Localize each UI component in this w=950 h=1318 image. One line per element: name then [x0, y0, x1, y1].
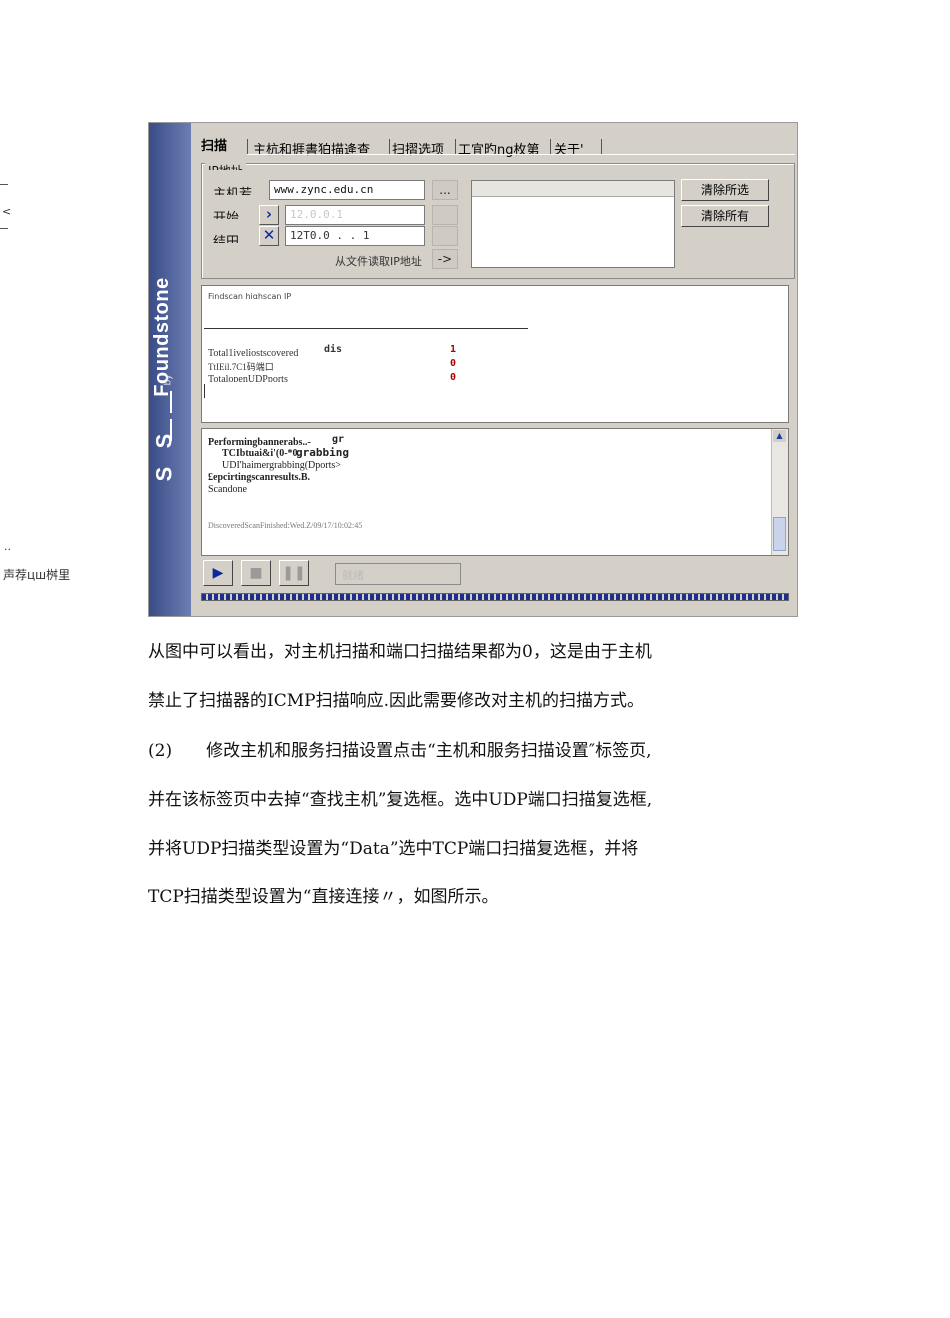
tab-about[interactable]: 关于' — [554, 139, 584, 158]
brand-by: by — [163, 374, 174, 386]
log-gr: gr — [332, 434, 345, 445]
paragraph-line: 禁止了扫描器的ICMP扫描响应.因此需要修改对主机的扫描方式。 — [148, 691, 644, 711]
log-scrollbar[interactable]: ▲ — [771, 429, 788, 555]
tab-divider — [601, 139, 602, 155]
tab-divider — [455, 139, 456, 155]
foundstone-logo: Foundstone — [151, 277, 173, 397]
log-line: UDI'haimergrabbing(Dports> — [222, 460, 341, 471]
pause-scan-button[interactable]: ❚❚ — [279, 560, 309, 586]
tab-underline — [247, 154, 795, 155]
stop-scan-button[interactable]: ■ — [241, 560, 271, 586]
paragraph-line: 从图中可以看出，对主机扫描和端口扫描结果都为0，这是由于主机 — [148, 642, 652, 662]
open-tcp-label: TtIEil.7C1码端口 — [208, 362, 274, 372]
group-legend: IP地址 — [205, 162, 246, 170]
margin-mark: < — [2, 205, 12, 218]
superscan-logo: S — [151, 466, 177, 482]
status-box: 就绪 — [335, 563, 461, 585]
brand-divider — [170, 391, 172, 413]
end-ip-label: 结田 — [213, 235, 240, 243]
output-header: Findscan highscan IP — [208, 292, 292, 299]
paragraph-line: 并将UDP扫描类型设置为“Data”选中TCP端口扫描复选框，并将 — [148, 839, 639, 859]
tab-scan[interactable]: 扫描 — [201, 135, 227, 154]
add-range-button[interactable] — [432, 205, 458, 225]
tab-tools[interactable]: 工宜旳ng枚第 — [458, 139, 540, 158]
log-line: Scandone — [208, 484, 247, 495]
progress-bar — [201, 593, 789, 601]
log-line: TCIbtuai&i'(0-*0 — [222, 448, 298, 459]
text-cursor — [204, 384, 205, 398]
paragraph-line: TCP扫描类型设置为“直接连接〃，如图所示。 — [148, 887, 499, 907]
live-hosts-word: dis — [324, 344, 343, 355]
host-label: 主机若 — [213, 187, 253, 195]
start-ip-label: 开始 — [213, 211, 240, 219]
add-end-button[interactable] — [432, 226, 458, 246]
output-rule — [204, 328, 528, 329]
paragraph-line: 并在该标签页中去掉“查找主机”复选框。选中UDP端口扫描复选框, — [148, 790, 653, 810]
tab-divider — [247, 139, 248, 155]
margin-rule — [0, 184, 8, 185]
log-pane: Performingbannerabs..- gr TCIbtuai&i'(0-… — [201, 428, 789, 556]
margin-rule — [0, 228, 8, 229]
tab-scan-options[interactable]: 扫摺选项 — [392, 139, 444, 158]
tab-divider — [389, 139, 390, 155]
results-pane: Findscan highscan IP Total1iveliostscove… — [201, 285, 789, 423]
live-hosts-label: Total1iveliostscovered — [208, 348, 299, 359]
log-grabbing: grabbing — [296, 446, 349, 459]
list-header — [472, 181, 674, 197]
start-ip-input[interactable]: 12.0.0.1 — [285, 205, 425, 225]
end-ip-input[interactable]: 12T0.0 . . 1 — [285, 226, 425, 246]
read-from-file-label: 从文件读取IP地址 — [335, 255, 422, 268]
tab-divider — [550, 139, 551, 155]
clear-selected-button[interactable]: 清除所选 — [681, 179, 769, 201]
ip-range-list[interactable] — [471, 180, 675, 268]
pause-icon: ❚❚ — [282, 565, 306, 581]
open-tcp-value: 0 — [450, 358, 457, 369]
end-clear-button[interactable]: ✕ — [259, 226, 279, 246]
tab-host-service[interactable]: 主杭和捱書狛描逄查 — [253, 139, 370, 158]
scroll-thumb[interactable] — [773, 517, 786, 551]
log-footer: DiscoveredScanFinished:Wed.Z/09/17/10:02… — [208, 521, 363, 528]
start-next-button[interactable]: › — [259, 205, 279, 225]
superscan-logo: S — [151, 433, 177, 449]
add-host-button[interactable]: ... — [432, 180, 458, 200]
live-hosts-value: 1 — [450, 344, 457, 355]
open-udp-value: 0 — [450, 372, 457, 383]
scroll-up-icon[interactable]: ▲ — [773, 430, 786, 442]
open-udp-label: TotalopenUDPports — [208, 374, 288, 382]
brand-sidebar: Foundstone by S S — [149, 123, 191, 616]
add-arrow-button[interactable]: -> — [432, 249, 458, 269]
play-icon: ▶ — [212, 565, 224, 581]
host-input[interactable]: www.zync.edu.cn — [269, 180, 425, 200]
stop-icon: ■ — [249, 565, 263, 581]
margin-side-text: 声荐цш桝里 — [3, 568, 71, 582]
paragraph-line: (2) 修改主机和服务扫描设置点击“主机和服务扫描设置″标签页, — [148, 741, 652, 761]
log-line: £epcirtingscanresults.B. — [208, 472, 311, 483]
margin-dots: .. — [4, 540, 11, 553]
superscan-screenshot: Foundstone by S S 扫描 主杭和捱書狛描逄查 扫摺选项 工宜旳n… — [148, 122, 798, 617]
clear-all-button[interactable]: 清除所有 — [681, 205, 769, 227]
start-scan-button[interactable]: ▶ — [203, 560, 233, 586]
